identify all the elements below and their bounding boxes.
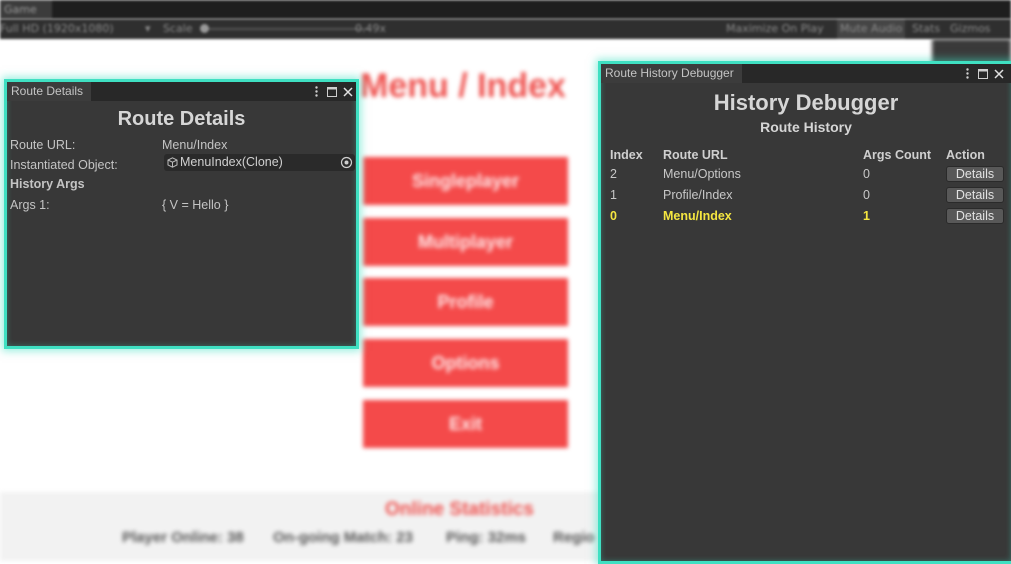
- row-index: 0: [610, 209, 617, 223]
- ongoing-match-stat: On-going Match: 23: [273, 529, 413, 546]
- row-args-count: 1: [863, 209, 870, 223]
- route-details-tab-label: Route Details: [11, 84, 84, 98]
- game-toolbar: Full HD (1920x1080) ▾ Scale 0.49x Maximi…: [0, 19, 1011, 39]
- column-header-args-count: Args Count: [863, 148, 932, 162]
- row-route-url: Profile/Index: [663, 188, 733, 202]
- route-details-window: Route Details Route Details Route URL: M…: [4, 79, 359, 349]
- history-args-label: History Args: [10, 177, 85, 191]
- route-history-debugger-window: Route History Debugger History Debugger …: [598, 61, 1011, 564]
- maximize-icon[interactable]: [326, 85, 338, 99]
- menu-title: Menu / Index: [360, 67, 566, 105]
- maximize-icon[interactable]: [977, 67, 989, 81]
- maximize-on-play-button[interactable]: Maximize On Play: [726, 19, 824, 39]
- ping-stat: Ping: 32ms: [446, 529, 527, 546]
- row-index: 2: [610, 167, 617, 181]
- route-history-tab-bar: Route History Debugger: [601, 64, 1011, 83]
- route-history-tab[interactable]: Route History Debugger: [601, 64, 742, 83]
- multiplayer-button[interactable]: Multiplayer: [363, 218, 568, 266]
- instantiated-object-field[interactable]: MenuIndex(Clone): [164, 154, 355, 171]
- row-args-count: 0: [863, 167, 870, 181]
- resolution-label: Full HD (1920x1080): [0, 22, 114, 35]
- row-index: 1: [610, 188, 617, 202]
- game-tab[interactable]: Game: [0, 0, 52, 19]
- table-row: 1 Profile/Index 0 Details: [606, 185, 1006, 206]
- scale-value: 0.49x: [355, 22, 387, 35]
- details-button[interactable]: Details: [946, 166, 1004, 182]
- mute-audio-button[interactable]: Mute Audio: [837, 19, 906, 39]
- table-row-current: 0 Menu/Index 1 Details: [606, 206, 1006, 227]
- route-history-subtitle: Route History: [760, 119, 852, 135]
- route-history-tab-label: Route History Debugger: [605, 66, 734, 80]
- row-route-url: Menu/Index: [663, 209, 732, 223]
- scale-slider-handle[interactable]: [200, 24, 209, 33]
- chevron-down-icon[interactable]: ▾: [145, 19, 151, 39]
- details-button[interactable]: Details: [946, 208, 1004, 224]
- options-button[interactable]: Options: [363, 339, 568, 387]
- game-tab-bar: Game: [0, 0, 1011, 19]
- route-details-tab[interactable]: Route Details: [7, 82, 92, 101]
- exit-button[interactable]: Exit: [363, 400, 568, 448]
- gizmos-button[interactable]: Gizmos: [950, 19, 991, 39]
- route-history-table: Index Route URL Args Count Action 2 Menu…: [606, 146, 1006, 227]
- column-header-index: Index: [610, 148, 643, 162]
- object-picker-icon[interactable]: [340, 156, 353, 169]
- table-row: 2 Menu/Options 0 Details: [606, 164, 1006, 185]
- prefab-cube-icon: [167, 157, 178, 168]
- table-header: Index Route URL Args Count Action: [606, 146, 1006, 164]
- args-1-label: Args 1:: [10, 198, 50, 212]
- args-1-value: { V = Hello }: [162, 198, 229, 212]
- singleplayer-button[interactable]: Singleplayer: [363, 157, 568, 205]
- column-header-route-url: Route URL: [663, 148, 728, 162]
- row-args-count: 0: [863, 188, 870, 202]
- game-tab-label: Game: [4, 3, 37, 16]
- column-header-action: Action: [946, 148, 985, 162]
- instantiated-object-value: MenuIndex(Clone): [180, 155, 283, 169]
- player-online-stat: Player Online: 38: [122, 529, 244, 546]
- route-details-title: Route Details: [117, 108, 246, 130]
- online-statistics-title: Online Statistics: [385, 499, 534, 520]
- route-url-value: Menu/Index: [162, 138, 228, 152]
- stats-button[interactable]: Stats: [912, 19, 940, 39]
- history-debugger-title: History Debugger: [713, 90, 899, 115]
- row-route-url: Menu/Options: [663, 167, 741, 181]
- more-options-icon[interactable]: [310, 85, 322, 99]
- more-options-icon[interactable]: [961, 67, 973, 81]
- instantiated-object-label: Instantiated Object:: [10, 158, 118, 172]
- route-url-label: Route URL:: [10, 138, 76, 152]
- details-button[interactable]: Details: [946, 187, 1004, 203]
- profile-button[interactable]: Profile: [363, 278, 568, 326]
- scale-label: Scale: [163, 22, 193, 35]
- region-stat: Regio: [553, 529, 595, 546]
- resolution-dropdown[interactable]: Full HD (1920x1080): [0, 19, 114, 39]
- close-icon[interactable]: [342, 85, 354, 99]
- scale-slider[interactable]: [200, 28, 370, 30]
- close-icon[interactable]: [993, 67, 1005, 81]
- route-details-tab-bar: Route Details: [7, 82, 356, 101]
